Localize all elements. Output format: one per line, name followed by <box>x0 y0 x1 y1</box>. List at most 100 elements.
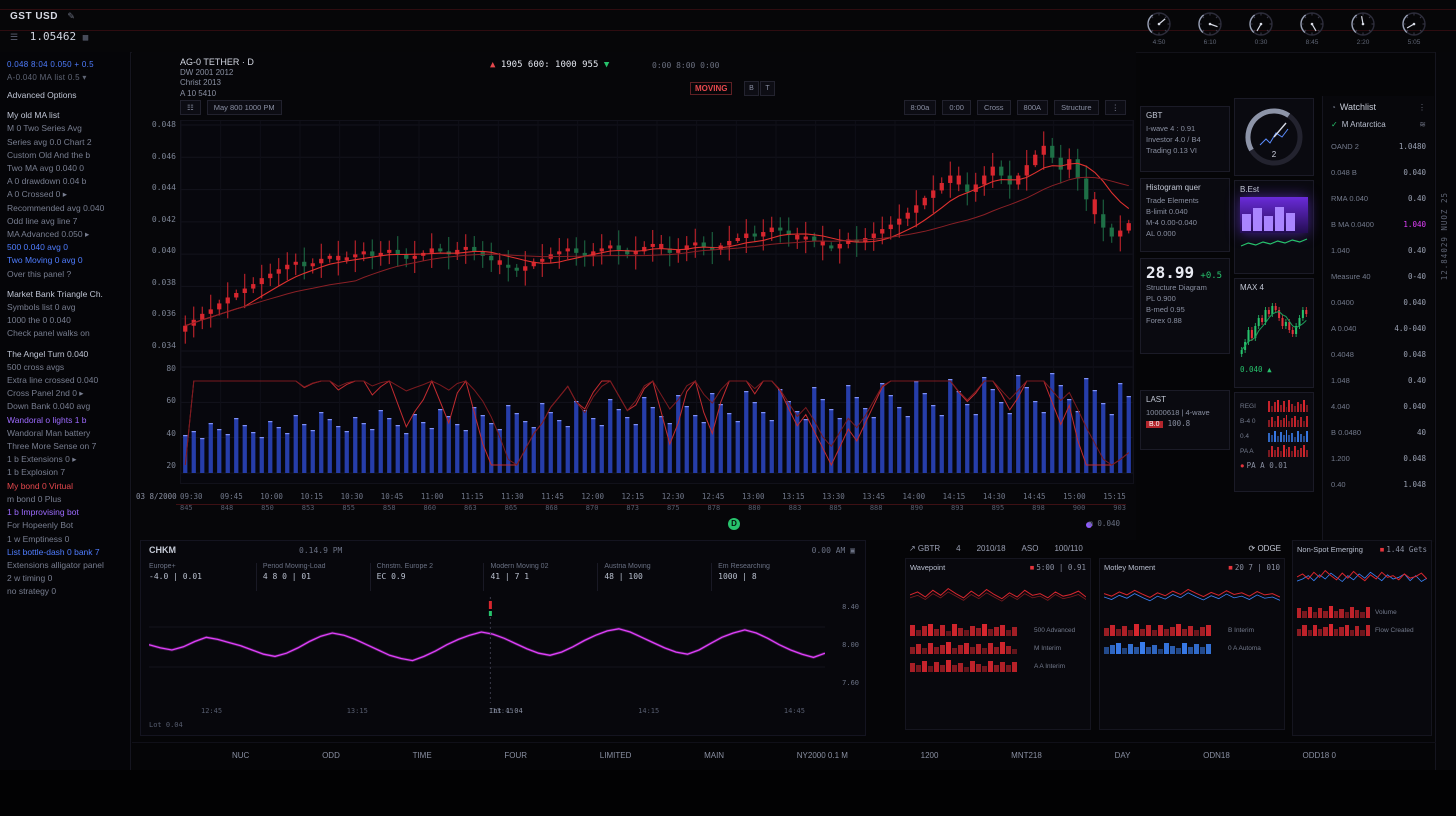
status-bar-item[interactable]: LIMITED <box>600 751 632 760</box>
sidebar-item[interactable]: 1 w Emptiness 0 <box>7 533 123 546</box>
bottom-right-panel[interactable]: Non-Spot Emerging ■ 1.44 Gets VolumeFlow… <box>1292 540 1432 736</box>
watchlist-row[interactable]: B 0.048040 <box>1331 419 1426 445</box>
sidebar-item[interactable]: My old MA list <box>7 109 123 122</box>
sidebar-item[interactable]: 1000 the 0 0.040 <box>7 314 123 327</box>
sidebar-quote-row-2[interactable]: A-0.040 MA list 0.5 ▾ <box>7 73 123 82</box>
status-bar-item[interactable]: NUC <box>232 751 249 760</box>
clock-icon[interactable]: ◔ <box>1331 103 1336 112</box>
estimator-panel[interactable]: B.Est <box>1234 180 1314 274</box>
watchlist-row[interactable]: 0.40480.048 <box>1331 341 1426 367</box>
sidebar-item[interactable]: Market Bank Triangle Ch. <box>7 288 123 301</box>
dial-panel[interactable]: 2 <box>1234 98 1314 176</box>
watchlist-row[interactable]: 1.0480.40 <box>1331 367 1426 393</box>
watchlist-row[interactable]: B MA 0.04001.040 <box>1331 211 1426 237</box>
watchlist-menu-icon[interactable]: ⋮ <box>1418 103 1426 112</box>
menu-icon[interactable]: ☰ <box>10 33 18 43</box>
toolbar-button[interactable]: Cross <box>977 100 1011 115</box>
toolbar-button[interactable]: ⋮ <box>1105 100 1127 115</box>
toolbar-button[interactable]: 0:00 <box>942 100 971 115</box>
status-bar-item[interactable]: TIME <box>413 751 432 760</box>
sidebar-item[interactable]: 1 b Explosion 7 <box>7 466 123 479</box>
status-bar-item[interactable]: MAIN <box>704 751 724 760</box>
plot-area[interactable]: 0.0480.0460.0440.0420.0400.0380.0360.034… <box>136 120 1132 486</box>
sidebar-item[interactable]: 1 b Improvising bot <box>7 506 123 519</box>
sidebar-item[interactable]: Check panel walks on <box>7 327 123 340</box>
status-bar-item[interactable]: DAY <box>1115 751 1131 760</box>
magenta-line-chart[interactable] <box>149 597 825 703</box>
status-bar-item[interactable]: MNT218 <box>1011 751 1042 760</box>
grid-icon[interactable]: ▦ <box>83 33 88 43</box>
sidebar-item[interactable]: 1 b Extensions 0 ▸ <box>7 453 123 466</box>
sidebar-item[interactable]: For Hopeenly Bot <box>7 519 123 532</box>
mini-candle-panel[interactable]: MAX 4 0.040 ▲ <box>1234 278 1314 388</box>
toolbar-button[interactable]: May 800 1000 PM <box>207 100 282 115</box>
status-bar-item[interactable]: FOUR <box>504 751 527 760</box>
sidebar-item[interactable]: Advanced Options <box>7 89 123 102</box>
toolbar-button[interactable]: 8:00a <box>904 100 937 115</box>
sidebar-item[interactable]: A 0 drawdown 0.04 b <box>7 175 123 188</box>
signal-panel[interactable]: REGIB-4 00.4PA A ● PA A 0.01 <box>1234 392 1314 492</box>
watchlist-row[interactable]: A 0.0404.0-040 <box>1331 315 1426 341</box>
toolbar-button[interactable]: Structure <box>1054 100 1098 115</box>
chart-ctl-button-1[interactable]: B <box>744 81 759 96</box>
mid-header-item[interactable]: ↗ GBTR <box>909 544 940 553</box>
last-panel[interactable]: LAST 10000618 | 4-wave B.0 100.8 <box>1140 390 1230 450</box>
mid-header-item[interactable]: 4 <box>956 544 960 553</box>
status-bar-item[interactable]: ODN18 <box>1203 751 1230 760</box>
bottom-left-right[interactable]: 0.00 AM ▣ <box>812 546 855 555</box>
sidebar-item[interactable]: Two MA avg 0.040 0 <box>7 162 123 175</box>
sidebar-item[interactable]: Down Bank 0.040 avg <box>7 400 123 413</box>
sidebar-item[interactable]: 2 w timing 0 <box>7 572 123 585</box>
sidebar-item[interactable]: no strategy 0 <box>7 585 123 598</box>
sidebar-item[interactable]: Three More Sense on 7 <box>7 440 123 453</box>
sidebar-item[interactable]: Wandoral o lights 1 b <box>7 414 123 427</box>
watchlist-row[interactable]: 0.401.048 <box>1331 471 1426 497</box>
sidebar-item[interactable]: A 0 Crossed 0 ▸ <box>7 188 123 201</box>
mid-header-right[interactable]: ⟳ ODGE <box>1249 544 1281 553</box>
watchlist-row[interactable]: 0.04000.040 <box>1331 289 1426 315</box>
quote-panel[interactable]: 28.99 +0.5 Structure DiagramPL 0.900B-me… <box>1140 258 1230 354</box>
status-bar-item[interactable]: NY2000 0.1 M <box>797 751 848 760</box>
mid-header-item[interactable]: 2010/18 <box>977 544 1006 553</box>
sidebar-item[interactable]: m bond 0 Plus <box>7 493 123 506</box>
status-bar-item[interactable]: 1200 <box>921 751 939 760</box>
session-badge[interactable]: D <box>728 518 740 530</box>
mid-header-item[interactable]: 100/110 <box>1054 544 1082 553</box>
watchlist-row[interactable]: OAND 21.0480 <box>1331 133 1426 159</box>
sidebar-item[interactable]: MA Advanced 0.050 ▸ <box>7 228 123 241</box>
status-bar-item[interactable]: ODD <box>322 751 340 760</box>
sidebar-item[interactable]: My bond 0 Virtual <box>7 480 123 493</box>
sidebar-item[interactable]: Two Moving 0 avg 0 <box>7 254 123 267</box>
sidebar-item[interactable]: Extensions alligator panel <box>7 559 123 572</box>
sidebar-item[interactable]: Wandoral Man battery <box>7 427 123 440</box>
watchlist-row[interactable]: 0.048 B0.040 <box>1331 159 1426 185</box>
sidebar-item[interactable]: Recommended avg 0.040 <box>7 202 123 215</box>
sidebar-item[interactable]: Series avg 0.0 Chart 2 <box>7 136 123 149</box>
toolbar-button[interactable]: 800A <box>1017 100 1049 115</box>
sidebar-item[interactable]: Over this panel ? <box>7 268 123 281</box>
watchlist-row[interactable]: 1.0400.40 <box>1331 237 1426 263</box>
watchlist-row[interactable]: Measure 400-40 <box>1331 263 1426 289</box>
watchlist-row[interactable]: 1.2000.048 <box>1331 445 1426 471</box>
histogram-panel[interactable]: Histogram quer Trade ElementsB-limit 0.0… <box>1140 178 1230 252</box>
watchlist-row[interactable]: 4.0400.040 <box>1331 393 1426 419</box>
mid-header-item[interactable]: ASO <box>1022 544 1039 553</box>
gbt-panel[interactable]: GBT I-wave 4 : 0.91Investor 4.0 / B4Trad… <box>1140 106 1230 172</box>
sidebar-item[interactable]: Custom Old And the b <box>7 149 123 162</box>
chart-ctl-button-2[interactable]: T <box>760 81 775 96</box>
sidebar-item[interactable]: Symbols list 0 avg <box>7 301 123 314</box>
watchlist-subheader[interactable]: ✓ M Antarctica ≋ <box>1331 120 1426 129</box>
scanner-subpanel[interactable]: Wavepoint■ 5:00 | 0.91500 AdvancedM Inte… <box>905 558 1091 730</box>
sidebar-item[interactable]: The Angel Turn 0.040 <box>7 348 123 361</box>
edit-icon[interactable]: ✎ <box>67 11 75 21</box>
scanner-subpanel[interactable]: Motley Moment■ 20 7 | 010B Interim0 A Au… <box>1099 558 1285 730</box>
sidebar-item[interactable]: M 0 Two Series Avg <box>7 122 123 135</box>
toolbar-button[interactable]: ☷ <box>180 100 201 115</box>
bottom-left-panel[interactable]: CHKM 0.14.9 PM 0.00 AM ▣ Europe+-4.0 | 0… <box>140 540 866 736</box>
watchlist-row[interactable]: RMA 0.0400.40 <box>1331 185 1426 211</box>
sidebar-item[interactable]: 500 0.040 avg 0 <box>7 241 123 254</box>
sidebar-item[interactable]: Odd line avg line 7 <box>7 215 123 228</box>
sidebar-item[interactable]: Extra line crossed 0.040 <box>7 374 123 387</box>
status-bar-item[interactable]: ODD18 0 <box>1303 751 1336 760</box>
candlestick-chart[interactable] <box>180 120 1134 484</box>
